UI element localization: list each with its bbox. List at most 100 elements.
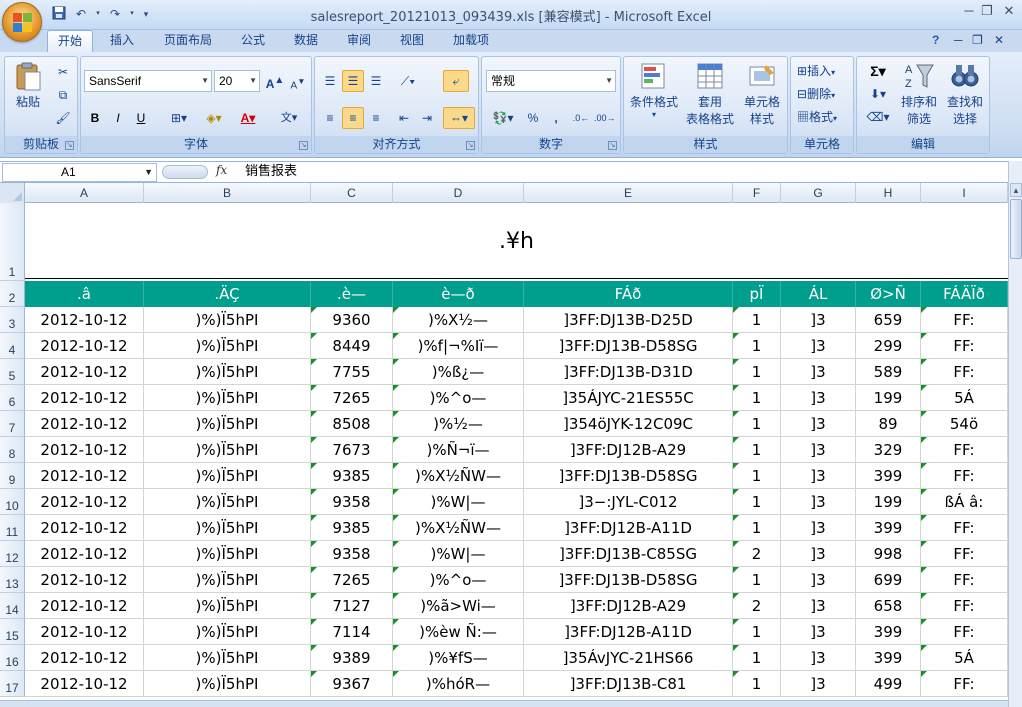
table-cell[interactable]: 9358 (311, 489, 393, 515)
tab-addins[interactable]: 加载项 (443, 30, 499, 52)
table-cell[interactable]: 658 (856, 593, 921, 619)
table-header-cell[interactable]: FÁð (524, 281, 733, 307)
table-cell[interactable]: 399 (856, 515, 921, 541)
table-cell[interactable]: )%hóR— (393, 671, 524, 697)
table-cell[interactable]: )%X½ÑW— (393, 515, 524, 541)
scroll-up-icon[interactable]: ▲ (1010, 183, 1022, 197)
table-cell[interactable]: 589 (856, 359, 921, 385)
increase-decimal-icon[interactable]: .0← (570, 107, 592, 129)
table-header-cell[interactable]: Ø>Ñ (856, 281, 921, 307)
number-format-select[interactable]: 常规 ▼ (486, 70, 616, 92)
table-cell[interactable]: )%ã>Wi— (393, 593, 524, 619)
table-cell[interactable]: ]3 (781, 515, 856, 541)
column-header[interactable]: E (524, 183, 733, 203)
align-left-icon[interactable]: ≡ (319, 107, 341, 129)
table-cell[interactable]: )%èw Ñ:— (393, 619, 524, 645)
table-cell[interactable]: 5Á (921, 645, 1008, 671)
phonetic-guide-icon[interactable]: 文▾ (271, 107, 307, 129)
column-header[interactable]: H (856, 183, 921, 203)
table-cell[interactable]: 7114 (311, 619, 393, 645)
bold-button[interactable]: B (84, 107, 106, 129)
table-cell[interactable]: 9385 (311, 515, 393, 541)
table-cell[interactable]: 2012-10-12 (25, 619, 144, 645)
workbook-minimize-icon[interactable]: ─ (954, 30, 963, 52)
table-cell[interactable]: 1 (733, 333, 781, 359)
row-header[interactable]: 12 (0, 541, 25, 567)
row-header[interactable]: 9 (0, 463, 25, 489)
alignment-launcher-icon[interactable]: ↘ (466, 141, 475, 150)
sort-filter-button[interactable]: AZ 排序和 筛选 (897, 60, 941, 134)
tab-review[interactable]: 审阅 (337, 30, 381, 52)
accounting-format-icon[interactable]: 💱▾ (486, 107, 520, 129)
table-cell[interactable]: )%)Ï5hPI (144, 593, 311, 619)
table-cell[interactable]: ]3−:JYL-C012 (524, 489, 733, 515)
decrease-indent-icon[interactable]: ⇤ (393, 107, 415, 129)
table-cell[interactable]: )%)Ï5hPI (144, 619, 311, 645)
table-cell[interactable]: )%½— (393, 411, 524, 437)
table-cell[interactable]: )%X½— (393, 307, 524, 333)
table-cell[interactable]: 1 (733, 385, 781, 411)
table-cell[interactable]: 5Á (921, 385, 1008, 411)
table-cell[interactable]: )%W|— (393, 489, 524, 515)
row-header[interactable]: 16 (0, 645, 25, 671)
table-cell[interactable]: ]3 (781, 437, 856, 463)
table-cell[interactable]: ]3FF:DJ13B-D31D (524, 359, 733, 385)
table-cell[interactable]: 2012-10-12 (25, 645, 144, 671)
table-cell[interactable]: 9360 (311, 307, 393, 333)
workbook-close-icon[interactable]: ✕ (994, 30, 1004, 52)
conditional-formatting-button[interactable]: 条件格式 ▾ (626, 60, 682, 134)
table-cell[interactable]: ]3FF:DJ13B-C85SG (524, 541, 733, 567)
table-cell[interactable]: 399 (856, 645, 921, 671)
delete-cells-button[interactable]: ⊟删除▾ (794, 83, 852, 105)
insert-cells-button[interactable]: ⊞插入▾ (794, 60, 852, 82)
column-header[interactable]: B (144, 183, 311, 203)
table-header-cell[interactable]: pÏ (733, 281, 781, 307)
table-cell[interactable]: 1 (733, 671, 781, 697)
comma-style-icon[interactable]: , (545, 107, 567, 129)
table-cell[interactable]: 2012-10-12 (25, 307, 144, 333)
merge-center-icon[interactable]: ⇔▾ (443, 107, 475, 129)
fill-icon[interactable]: ⬇▾ (861, 83, 895, 105)
table-cell[interactable]: ]3 (781, 463, 856, 489)
table-cell[interactable]: 2012-10-12 (25, 541, 144, 567)
table-cell[interactable]: ]3FF:DJ13B-D58SG (524, 567, 733, 593)
table-cell[interactable]: 1 (733, 359, 781, 385)
report-title-cell[interactable]: .¥h (25, 203, 1008, 279)
shrink-font-icon[interactable]: A▼ (287, 70, 309, 92)
row-header[interactable]: 13 (0, 567, 25, 593)
row-header[interactable]: 4 (0, 333, 25, 359)
italic-button[interactable]: I (107, 107, 129, 129)
align-center-icon[interactable]: ≡ (342, 107, 364, 129)
font-name-select[interactable]: SansSerif ▼ (84, 70, 212, 92)
formula-input[interactable]: 销售报表 (245, 163, 1010, 182)
row-header[interactable]: 11 (0, 515, 25, 541)
table-cell[interactable]: 2012-10-12 (25, 567, 144, 593)
insert-function-button[interactable]: fx (216, 163, 227, 177)
table-header-cell[interactable]: ÁL (781, 281, 856, 307)
table-header-cell[interactable]: è—ð (393, 281, 524, 307)
row-header[interactable]: 6 (0, 385, 25, 411)
table-cell[interactable]: 199 (856, 489, 921, 515)
table-header-cell[interactable]: FÁÄÏð (921, 281, 1008, 307)
tab-home[interactable]: 开始 (47, 30, 94, 53)
align-top-icon[interactable]: ☰ (319, 70, 341, 92)
row-header[interactable]: 17 (0, 671, 25, 697)
number-launcher-icon[interactable]: ↘ (608, 141, 617, 150)
formula-resize-handle[interactable] (162, 165, 208, 179)
table-cell[interactable]: 2012-10-12 (25, 437, 144, 463)
table-cell[interactable]: 7265 (311, 385, 393, 411)
vertical-scrollbar[interactable]: ▲ (1008, 161, 1022, 707)
align-right-icon[interactable]: ≡ (365, 107, 387, 129)
table-cell[interactable]: )%)Ï5hPI (144, 489, 311, 515)
table-cell[interactable]: 1 (733, 619, 781, 645)
table-cell[interactable]: ]3 (781, 671, 856, 697)
table-cell[interactable]: FF: (921, 359, 1008, 385)
table-cell[interactable]: ]3FF:DJ13B-D25D (524, 307, 733, 333)
table-cell[interactable]: )%W|— (393, 541, 524, 567)
table-cell[interactable]: 2012-10-12 (25, 359, 144, 385)
table-cell[interactable]: ]3 (781, 567, 856, 593)
table-cell[interactable]: ]3 (781, 619, 856, 645)
tab-insert[interactable]: 插入 (100, 30, 144, 52)
table-cell[interactable]: 199 (856, 385, 921, 411)
tab-page-layout[interactable]: 页面布局 (154, 30, 222, 52)
